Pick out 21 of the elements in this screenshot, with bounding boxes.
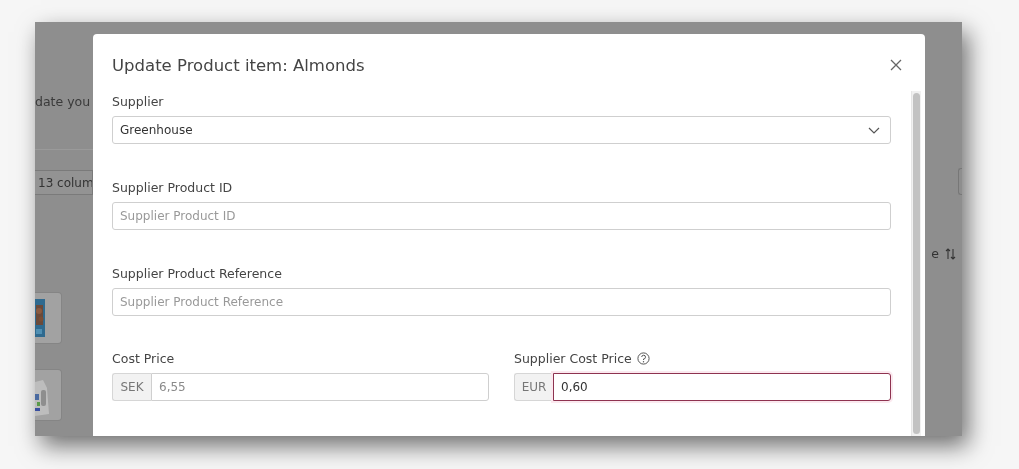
currency-addon: EUR <box>514 373 553 401</box>
input-field[interactable]: Supplier Product Reference <box>112 288 891 316</box>
close-icon <box>889 58 903 72</box>
help-icon[interactable] <box>636 351 650 365</box>
scrollbar[interactable] <box>911 91 921 436</box>
currency-addon: SEK <box>112 373 151 401</box>
chevron-down-icon <box>868 126 880 134</box>
field-label: Cost Price <box>112 350 175 366</box>
close-button[interactable] <box>889 58 903 72</box>
sort-icon[interactable] <box>945 247 956 260</box>
field-label: Supplier Product Reference <box>112 264 283 282</box>
input-field[interactable]: Supplier Product ID <box>112 202 891 230</box>
field-label: Supplier <box>112 92 165 110</box>
columns-button[interactable]: 13 colum <box>35 170 93 195</box>
price-input[interactable]: 0,60 <box>553 373 891 401</box>
modal-title: Update Product item: Almonds <box>112 55 365 75</box>
supplier-select[interactable]: Greenhouse <box>112 116 891 144</box>
field-label: Supplier Product ID <box>112 178 234 196</box>
intro-text: date you <box>35 94 92 109</box>
column-header: e <box>931 246 939 261</box>
field-label: Supplier Cost Price <box>514 350 632 366</box>
